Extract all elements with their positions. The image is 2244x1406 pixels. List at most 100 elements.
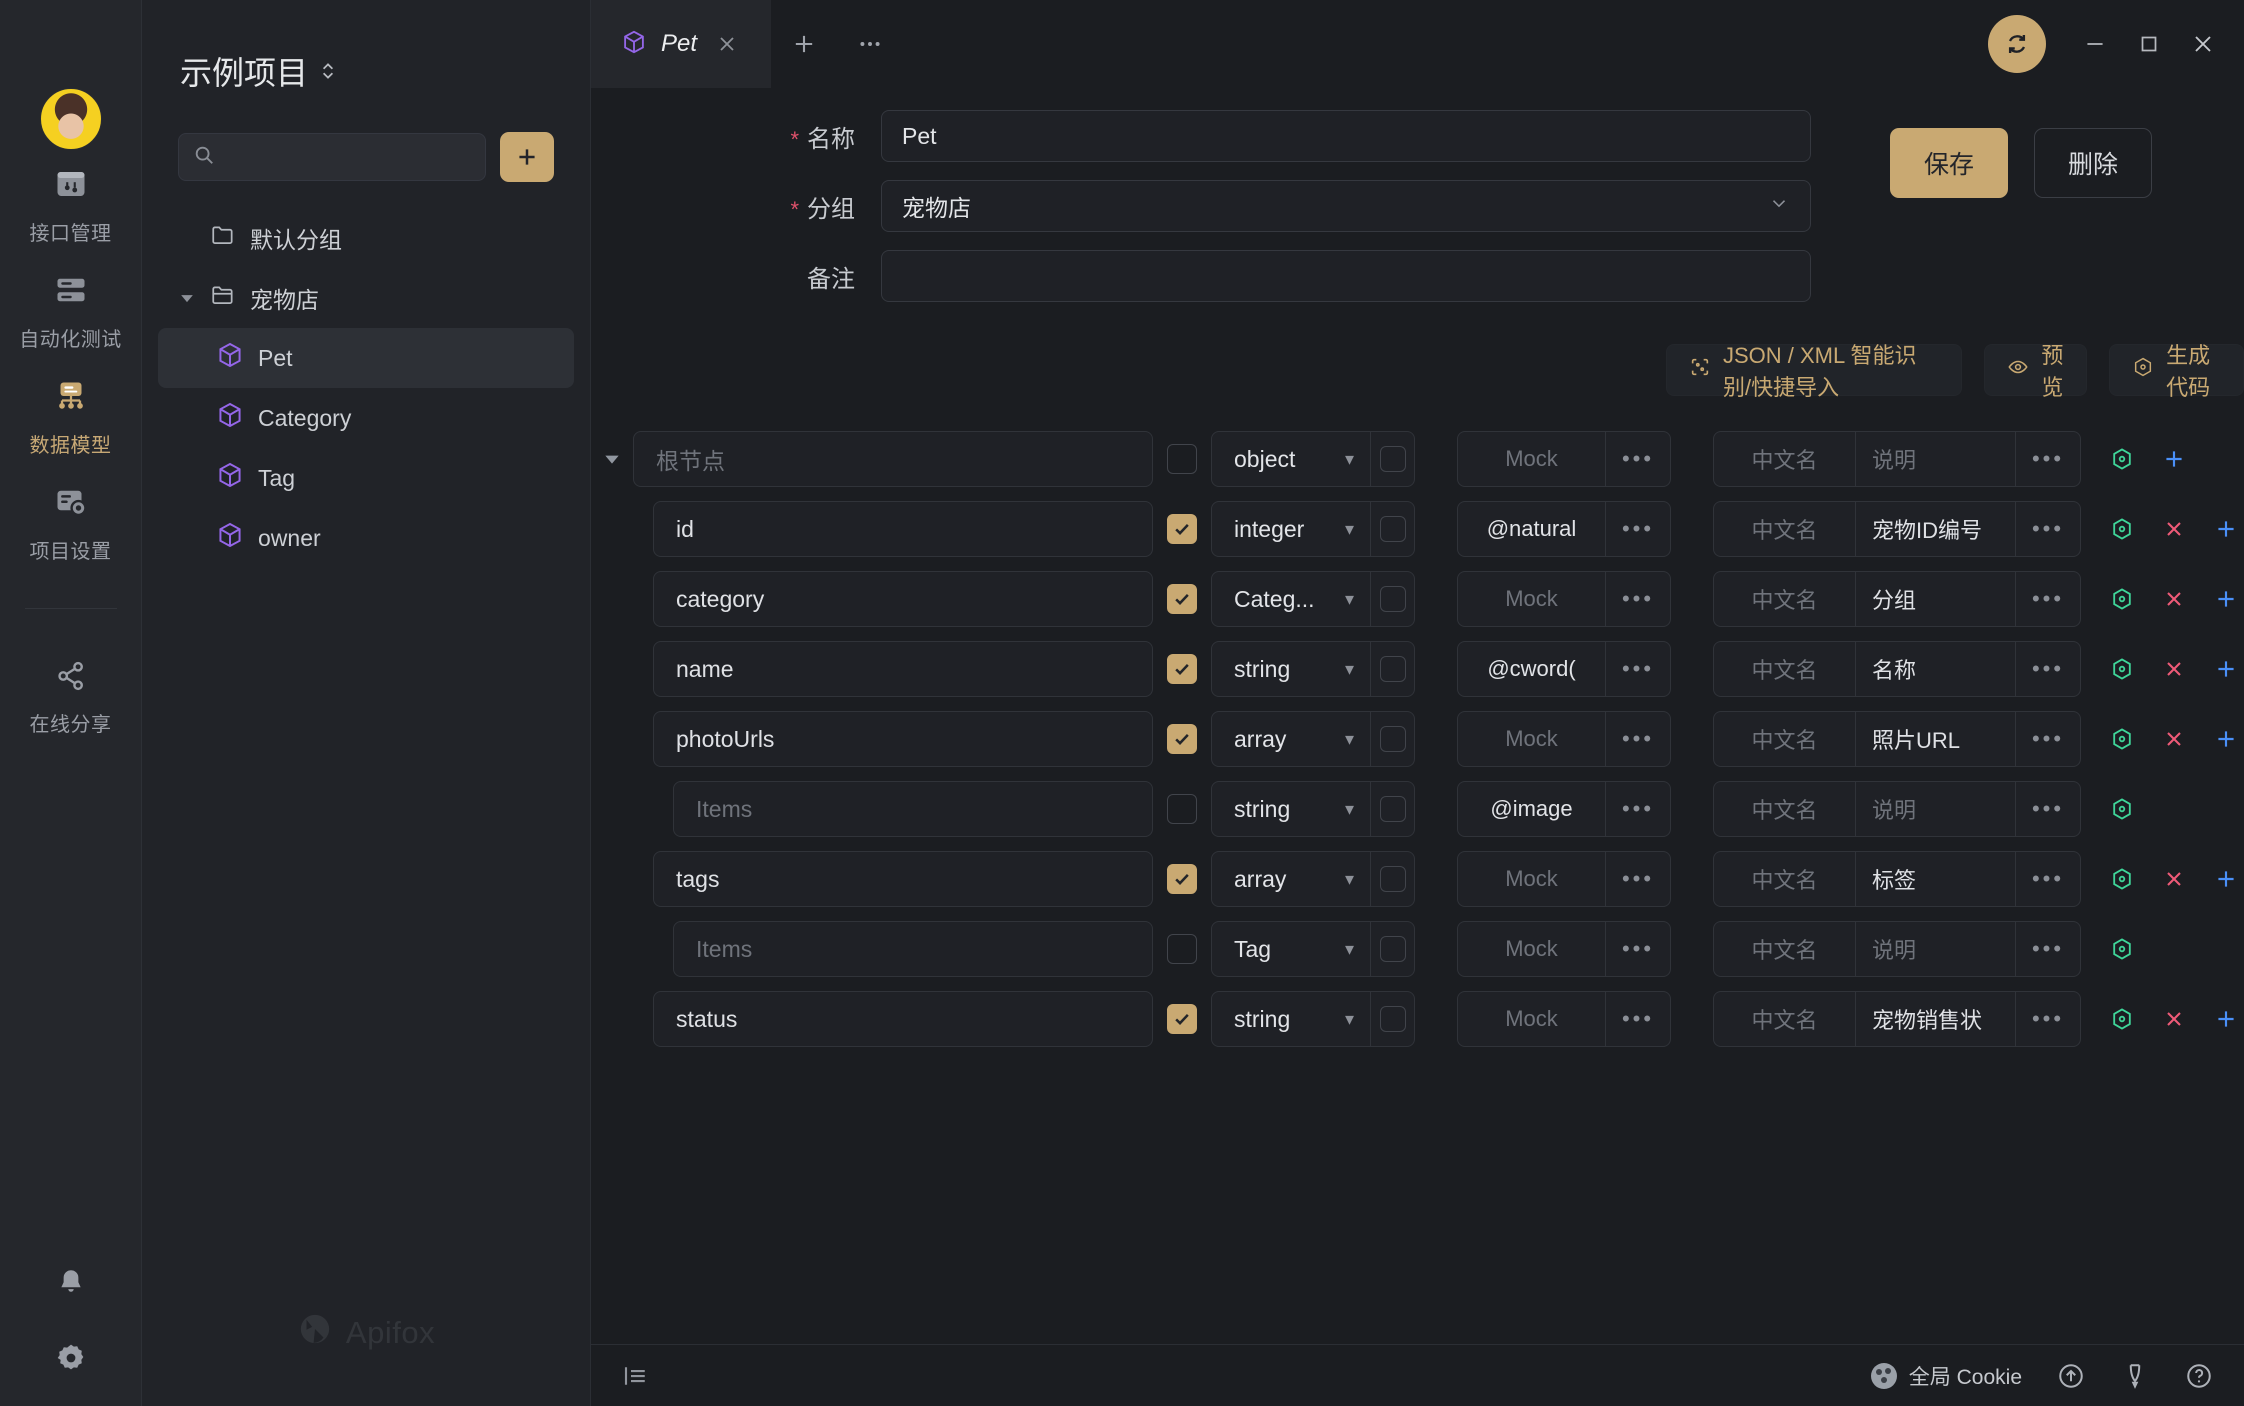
description-more-button[interactable]: ••• (2015, 571, 2081, 627)
minimize-icon[interactable] (2068, 0, 2122, 88)
delete-button[interactable]: 删除 (2034, 128, 2152, 198)
mock-more-button[interactable]: ••• (1605, 641, 1671, 697)
generate-code-button[interactable]: 生成代码 (2109, 344, 2244, 396)
remove-field-icon[interactable] (2161, 517, 2187, 541)
mock-more-button[interactable]: ••• (1605, 921, 1671, 977)
sidebar-item-project-settings[interactable]: 项目设置 (0, 468, 142, 574)
search-input[interactable] (225, 146, 471, 168)
field-type-select[interactable]: string ▾ (1211, 641, 1371, 697)
mock-more-button[interactable]: ••• (1605, 851, 1671, 907)
field-name-input[interactable]: photoUrls (653, 711, 1153, 767)
help-circle-icon[interactable] (2184, 1361, 2214, 1391)
tree-item-model-owner[interactable]: owner (158, 508, 574, 568)
field-type-select[interactable]: string ▾ (1211, 991, 1371, 1047)
required-checkbox[interactable] (1167, 864, 1197, 894)
avatar[interactable] (40, 88, 102, 150)
preview-button[interactable]: 预览 (1984, 344, 2087, 396)
cn-name-input[interactable]: 中文名 (1713, 711, 1855, 767)
type-extra-checkbox[interactable] (1380, 446, 1406, 472)
description-input[interactable]: 说明 (1855, 781, 2015, 837)
mock-input[interactable]: Mock (1457, 431, 1605, 487)
remove-field-icon[interactable] (2161, 587, 2187, 611)
field-name-input[interactable]: 根节点 (633, 431, 1153, 487)
tree-item-model-tag[interactable]: Tag (158, 448, 574, 508)
description-more-button[interactable]: ••• (2015, 851, 2081, 907)
field-type-select[interactable]: Tag ▾ (1211, 921, 1371, 977)
field-name-input[interactable]: name (653, 641, 1153, 697)
description-more-button[interactable]: ••• (2015, 781, 2081, 837)
mock-more-button[interactable]: ••• (1605, 501, 1671, 557)
upload-circle-icon[interactable] (2056, 1361, 2086, 1391)
toggle-visibility-icon[interactable] (2109, 866, 2135, 892)
tree-item-model-pet[interactable]: Pet (158, 328, 574, 388)
chevron-down-icon[interactable] (591, 451, 633, 467)
description-more-button[interactable]: ••• (2015, 991, 2081, 1047)
mock-more-button[interactable]: ••• (1605, 781, 1671, 837)
cn-name-input[interactable]: 中文名 (1713, 431, 1855, 487)
cn-name-input[interactable]: 中文名 (1713, 921, 1855, 977)
mock-input[interactable]: Mock (1457, 991, 1605, 1047)
toggle-visibility-icon[interactable] (2109, 586, 2135, 612)
description-more-button[interactable]: ••• (2015, 431, 2081, 487)
chevron-down-icon[interactable] (178, 291, 196, 305)
field-type-select[interactable]: string ▾ (1211, 781, 1371, 837)
description-input[interactable]: 标签 (1855, 851, 2015, 907)
type-extra-checkbox[interactable] (1380, 936, 1406, 962)
type-extra-checkbox[interactable] (1380, 866, 1406, 892)
sync-icon[interactable] (1988, 15, 2046, 73)
field-type-select[interactable]: array ▾ (1211, 851, 1371, 907)
description-input[interactable]: 宠物销售状 (1855, 991, 2015, 1047)
mock-more-button[interactable]: ••• (1605, 571, 1671, 627)
field-name-input[interactable]: id (653, 501, 1153, 557)
description-input[interactable]: 照片URL (1855, 711, 2015, 767)
type-extra-checkbox[interactable] (1380, 586, 1406, 612)
json-xml-import-button[interactable]: JSON / XML 智能识别/快捷导入 (1666, 344, 1962, 396)
add-child-field-icon[interactable] (2161, 445, 2187, 473)
toggle-visibility-icon[interactable] (2109, 726, 2135, 752)
tree-item-folder-expanded[interactable]: 宠物店 (158, 268, 574, 328)
type-extra-checkbox[interactable] (1380, 656, 1406, 682)
add-field-icon[interactable] (2213, 725, 2239, 753)
remove-field-icon[interactable] (2161, 867, 2187, 891)
project-switcher[interactable]: 示例项目 (142, 0, 590, 94)
add-field-icon[interactable] (2213, 865, 2239, 893)
tab-pet[interactable]: Pet (591, 0, 771, 88)
new-tab-button[interactable] (771, 0, 837, 88)
toggle-visibility-icon[interactable] (2109, 1006, 2135, 1032)
mock-input[interactable]: Mock (1457, 921, 1605, 977)
description-more-button[interactable]: ••• (2015, 711, 2081, 767)
rocket-icon[interactable] (2120, 1361, 2150, 1391)
required-checkbox[interactable] (1167, 514, 1197, 544)
sidebar-item-data-model[interactable]: 数据模型 (0, 362, 142, 468)
toggle-visibility-icon[interactable] (2109, 936, 2135, 962)
tab-more-button[interactable] (837, 0, 903, 88)
description-input[interactable]: 名称 (1855, 641, 2015, 697)
type-extra-checkbox[interactable] (1380, 1006, 1406, 1032)
toggle-visibility-icon[interactable] (2109, 516, 2135, 542)
bell-icon[interactable] (54, 1266, 88, 1305)
mock-input[interactable]: Mock (1457, 711, 1605, 767)
description-more-button[interactable]: ••• (2015, 641, 2081, 697)
close-icon[interactable] (711, 28, 743, 60)
name-input[interactable]: Pet (881, 110, 1811, 162)
maximize-icon[interactable] (2122, 0, 2176, 88)
cn-name-input[interactable]: 中文名 (1713, 991, 1855, 1047)
panel-collapse-icon[interactable] (621, 1361, 651, 1391)
mock-input[interactable]: Mock (1457, 571, 1605, 627)
mock-more-button[interactable]: ••• (1605, 431, 1671, 487)
group-select[interactable]: 宠物店 (881, 180, 1811, 232)
sidebar-item-api-management[interactable]: 接口管理 (0, 150, 142, 256)
add-model-button[interactable] (500, 132, 554, 182)
field-name-input[interactable]: tags (653, 851, 1153, 907)
field-type-select[interactable]: object ▾ (1211, 431, 1371, 487)
description-more-button[interactable]: ••• (2015, 501, 2081, 557)
search-input-wrapper[interactable] (178, 133, 486, 181)
mock-input[interactable]: Mock (1457, 851, 1605, 907)
description-more-button[interactable]: ••• (2015, 921, 2081, 977)
cn-name-input[interactable]: 中文名 (1713, 501, 1855, 557)
cn-name-input[interactable]: 中文名 (1713, 851, 1855, 907)
mock-input[interactable]: @cword( (1457, 641, 1605, 697)
remove-field-icon[interactable] (2161, 657, 2187, 681)
remove-field-icon[interactable] (2161, 1007, 2187, 1031)
mock-more-button[interactable]: ••• (1605, 991, 1671, 1047)
